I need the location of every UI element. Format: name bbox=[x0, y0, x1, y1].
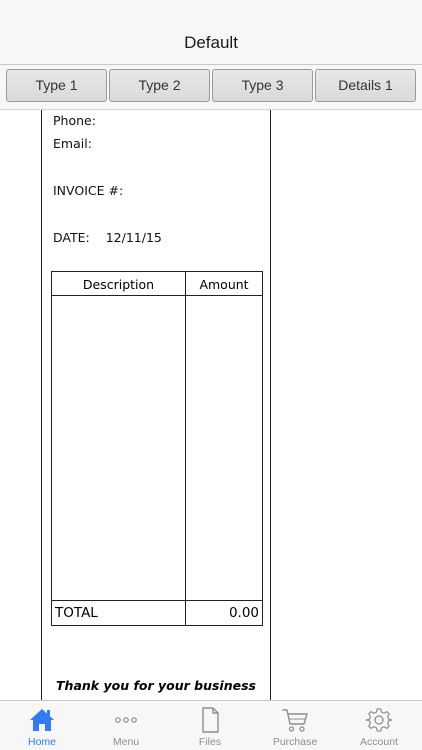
gear-icon bbox=[365, 708, 393, 732]
tab-home-label: Home bbox=[27, 736, 56, 748]
file-icon bbox=[202, 707, 219, 733]
tab-files-label: Files bbox=[198, 736, 222, 748]
more-dots-icon bbox=[115, 717, 137, 723]
header-description: Description bbox=[82, 277, 155, 292]
navigation-bar: Default bbox=[0, 0, 422, 65]
table-header: Description Amount bbox=[52, 272, 262, 296]
email-label: Email: bbox=[53, 136, 92, 151]
page-title: Default bbox=[184, 33, 238, 52]
total-row: TOTAL 0.00 bbox=[52, 600, 262, 625]
phone-label: Phone: bbox=[53, 113, 96, 128]
tab-type-2[interactable]: Type 2 bbox=[109, 69, 210, 102]
header-amount: Amount bbox=[199, 277, 249, 292]
tab-account[interactable]: Account bbox=[337, 701, 421, 750]
thank-you-note: Thank you for your business bbox=[56, 678, 256, 693]
column-divider bbox=[185, 272, 186, 625]
tab-menu-label: Menu bbox=[112, 736, 140, 748]
app-screen: Default Type 1 Type 2 Type 3 Details 1 P… bbox=[0, 0, 422, 750]
tab-files[interactable]: Files bbox=[168, 701, 252, 750]
tab-purchase[interactable]: Purchase bbox=[253, 701, 337, 750]
tab-home[interactable]: Home bbox=[0, 701, 84, 750]
tab-type-3[interactable]: Type 3 bbox=[212, 69, 313, 102]
tab-menu[interactable]: Menu bbox=[84, 701, 168, 750]
invoice-table: Description Amount TOTAL 0.00 bbox=[51, 271, 263, 626]
template-tab-bar: Type 1 Type 2 Type 3 Details 1 bbox=[0, 65, 422, 110]
invoice-number-label: INVOICE #: bbox=[53, 183, 124, 198]
tab-purchase-label: Purchase bbox=[272, 736, 318, 748]
date-label: DATE: bbox=[53, 230, 90, 245]
tab-details-1[interactable]: Details 1 bbox=[315, 69, 416, 102]
bottom-tab-bar: Home Menu Files Purchase Account bbox=[0, 700, 422, 750]
tab-account-label: Account bbox=[360, 736, 398, 748]
invoice-paper: Phone: Email: INVOICE #: DATE: 12/11/15 D… bbox=[41, 110, 271, 700]
date-value: 12/11/15 bbox=[105, 230, 162, 245]
invoice-preview-scroll[interactable]: Phone: Email: INVOICE #: DATE: 12/11/15 D… bbox=[0, 110, 422, 700]
total-label: TOTAL bbox=[55, 605, 98, 621]
date-row: DATE: 12/11/15 bbox=[53, 230, 162, 245]
total-value: 0.00 bbox=[228, 605, 259, 621]
home-icon bbox=[30, 709, 54, 731]
tab-type-1[interactable]: Type 1 bbox=[6, 69, 107, 102]
cart-icon bbox=[282, 709, 308, 732]
